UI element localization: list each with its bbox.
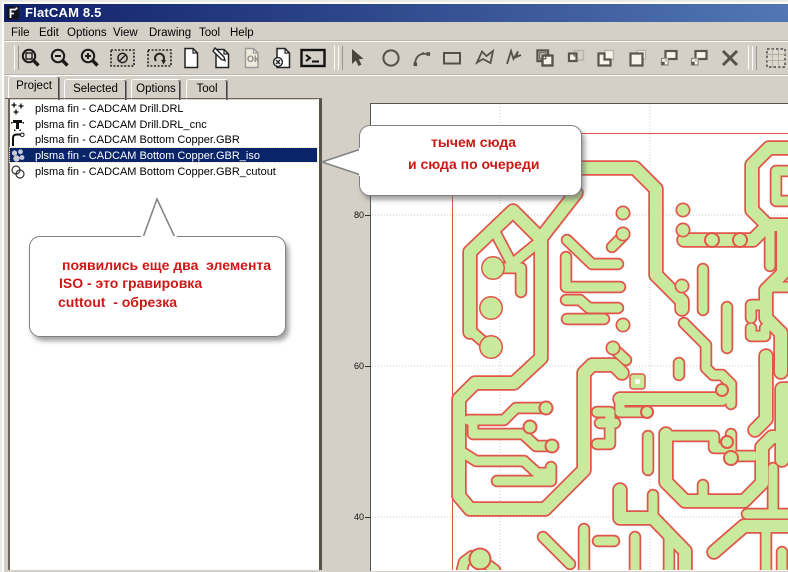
svg-text:Ok: Ok [247, 54, 260, 64]
